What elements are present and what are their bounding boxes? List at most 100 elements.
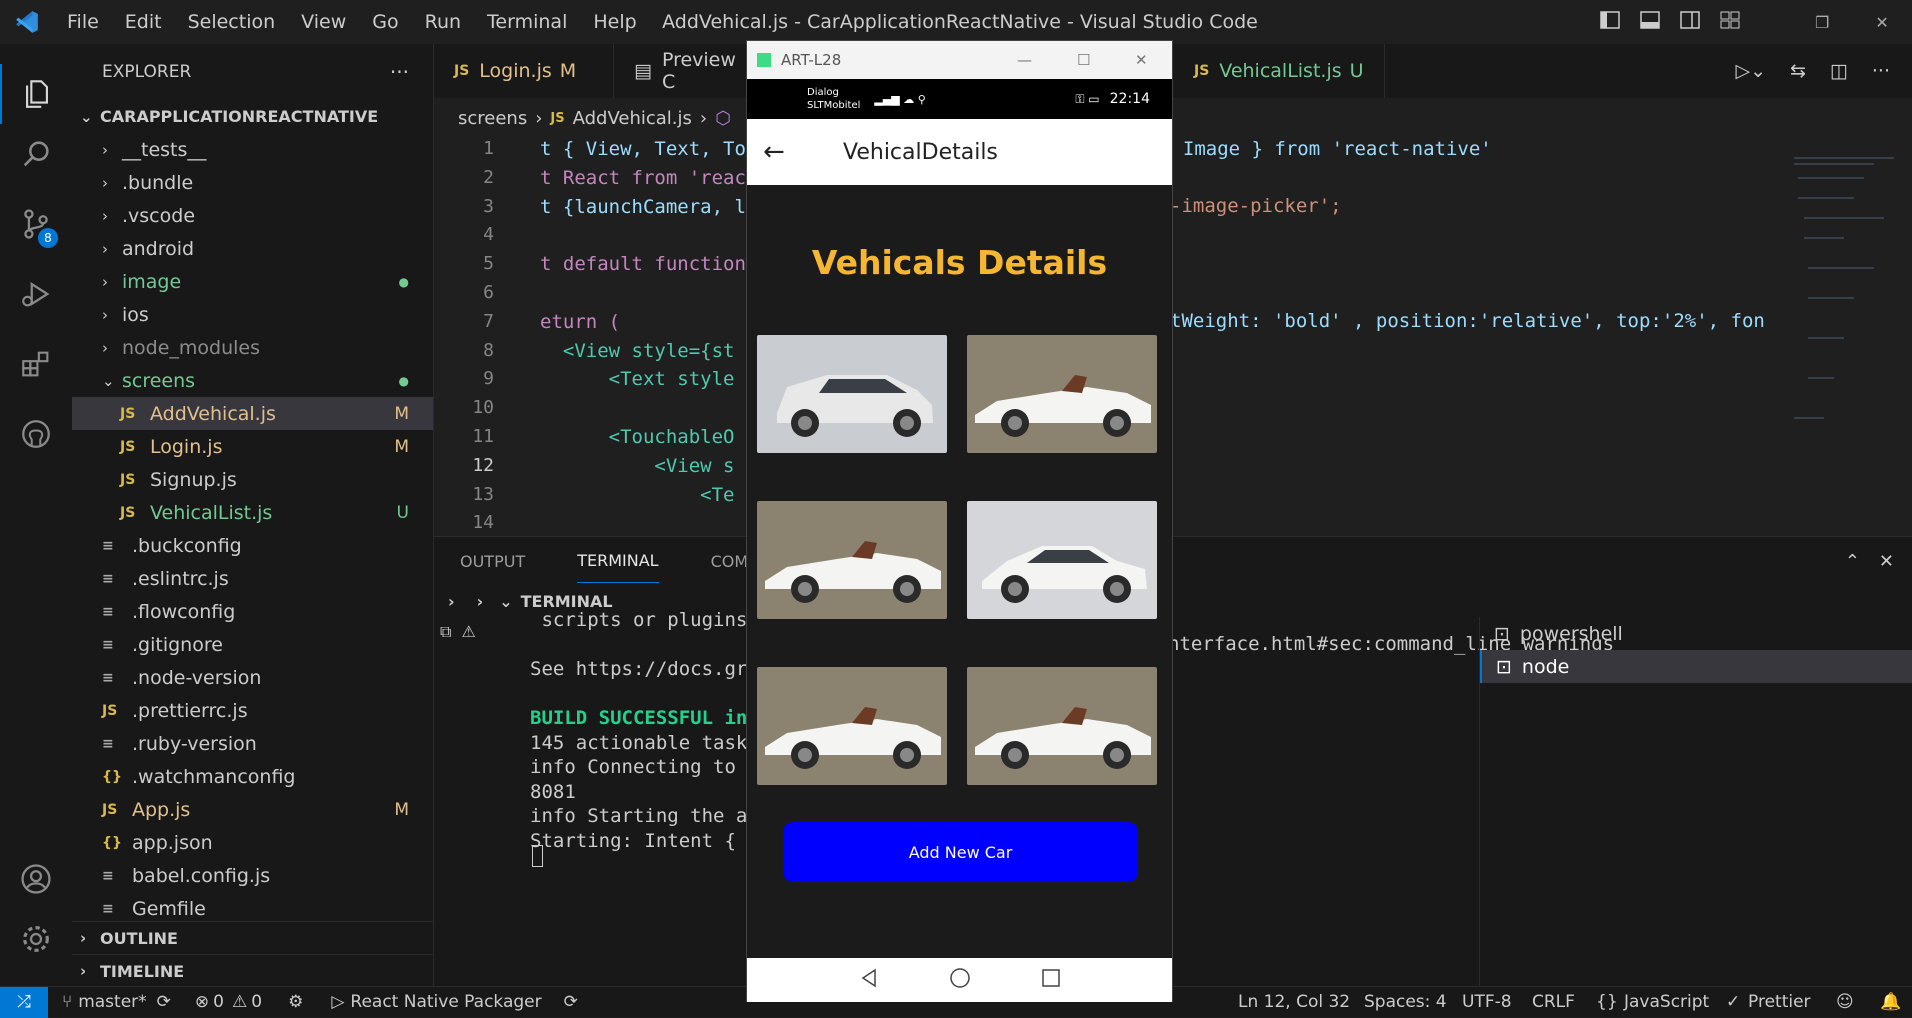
refresh-icon[interactable]: ⟳ — [564, 992, 578, 1012]
file-signup-js[interactable]: JS Signup.js — [72, 463, 433, 496]
file-eslintrc-js[interactable]: ≡ .eslintrc.js — [72, 562, 433, 595]
minimize-icon[interactable]: — — [1017, 51, 1032, 69]
file-babel-config-js[interactable]: ≡ babel.config.js — [72, 859, 433, 892]
terminal-item-node[interactable]: ⊡ node — [1480, 650, 1912, 683]
tab-output[interactable]: OUTPUT — [434, 552, 551, 571]
remote-icon[interactable]: ⤮ — [0, 986, 48, 1018]
outline-section[interactable]: › OUTLINE — [72, 921, 433, 954]
folder-bundle[interactable]: › .bundle — [72, 166, 433, 199]
indentation[interactable]: Spaces: 4 — [1364, 992, 1447, 1012]
minimap[interactable] — [1784, 138, 1912, 536]
git-status-badge: M — [394, 799, 409, 820]
chevron-right-icon[interactable]: › — [477, 592, 484, 611]
warning-count[interactable]: 0 — [251, 992, 262, 1012]
run-icon[interactable]: ▷⌄ — [1735, 60, 1766, 82]
file-login-js[interactable]: JS Login.js M — [72, 430, 433, 463]
error-count[interactable]: 0 — [213, 992, 224, 1012]
error-icon: ⊗ — [194, 992, 210, 1012]
breadcrumb-folder[interactable]: screens — [458, 108, 527, 129]
language-mode[interactable]: JavaScript — [1624, 992, 1709, 1012]
folder-android[interactable]: › android — [72, 232, 433, 265]
split-editor-icon[interactable]: ◫ — [1830, 60, 1848, 82]
chevron-right-icon[interactable]: › — [448, 592, 455, 611]
debug-icon[interactable]: ⚙ — [288, 992, 303, 1012]
run-debug-icon[interactable] — [0, 264, 72, 324]
maximize-icon[interactable]: ☐ — [1077, 51, 1090, 69]
menu-item-help[interactable]: Help — [580, 11, 649, 33]
restore-window-icon[interactable]: ❐ — [1815, 13, 1829, 32]
file-vehicallist-js[interactable]: JS VehicalList.js U — [72, 496, 433, 529]
timeline-section[interactable]: › TIMELINE — [72, 954, 433, 987]
file-node-version[interactable]: ≡ .node-version — [72, 661, 433, 694]
toggle-secondary-sidebar-icon[interactable] — [1680, 10, 1700, 35]
search-icon[interactable] — [0, 124, 72, 184]
folder-screens[interactable]: ⌄ screens ● — [72, 364, 433, 397]
breadcrumb-file[interactable]: AddVehical.js — [573, 108, 692, 129]
folder-image[interactable]: › image ● — [72, 265, 433, 298]
notifications-icon[interactable]: 🔔 — [1880, 992, 1901, 1012]
cursor-position[interactable]: Ln 12, Col 32 — [1238, 992, 1350, 1012]
line-number: 8 — [483, 339, 494, 361]
file-app-js[interactable]: JS App.js M — [72, 793, 433, 826]
file-watchmanconfig[interactable]: {} .watchmanconfig — [72, 760, 433, 793]
menu-item-edit[interactable]: Edit — [112, 11, 175, 33]
tab-terminal[interactable]: TERMINAL — [577, 539, 659, 583]
folder-tests[interactable]: › __tests__ — [72, 133, 433, 166]
nav-home-icon[interactable] — [949, 967, 971, 993]
breadcrumb: screens › JS AddVehical.js › ⬡ — [434, 98, 1912, 138]
toggle-panel-icon[interactable] — [1640, 10, 1660, 35]
folder-ios[interactable]: › ios — [72, 298, 433, 331]
prettier-label[interactable]: Prettier — [1748, 992, 1811, 1012]
folder-node-modules[interactable]: › node_modules — [72, 331, 433, 364]
sync-icon[interactable]: ⟳ — [157, 992, 171, 1012]
file-ruby-version[interactable]: ≡ .ruby-version — [72, 727, 433, 760]
tree-item-label: App.js — [132, 798, 191, 821]
file-gitignore[interactable]: ≡ .gitignore — [72, 628, 433, 661]
layout-controls — [1600, 10, 1740, 35]
panel-tabs: OUTPUT TERMINAL COMMEN ⌃ ✕ — [434, 537, 1912, 585]
menu-item-go[interactable]: Go — [359, 11, 411, 33]
folder-vscode[interactable]: › .vscode — [72, 199, 433, 232]
chevron-right-icon: › — [102, 239, 108, 258]
extensions-icon[interactable] — [0, 334, 72, 394]
close-icon[interactable]: ✕ — [1135, 51, 1148, 69]
compare-icon[interactable]: ⇆ — [1790, 60, 1806, 82]
file-addvehical-js[interactable]: JS AddVehical.js M — [72, 397, 433, 430]
file-app-json[interactable]: {} app.json — [72, 826, 433, 859]
branch-name[interactable]: master* — [78, 992, 146, 1012]
back-arrow-icon[interactable]: ← — [763, 137, 813, 167]
nav-back-icon[interactable] — [859, 968, 879, 992]
more-icon[interactable]: ··· — [1872, 60, 1890, 82]
line-ending[interactable]: CRLF — [1532, 992, 1575, 1012]
explorer-icon[interactable] — [0, 64, 72, 124]
menu-item-run[interactable]: Run — [412, 11, 474, 33]
tab-vehicallist[interactable]: JS VehicalList.js U — [1174, 44, 1385, 98]
menu-item-selection[interactable]: Selection — [175, 11, 289, 33]
customize-layout-icon[interactable] — [1720, 10, 1740, 35]
add-new-car-button[interactable]: Add New Car — [783, 822, 1138, 882]
close-panel-icon[interactable]: ✕ — [1879, 551, 1894, 572]
maximize-panel-icon[interactable]: ⌃ — [1845, 551, 1860, 572]
terminal-item-powershell[interactable]: ⊡ powershell — [1480, 617, 1912, 650]
file-buckconfig[interactable]: ≡ .buckconfig — [72, 529, 433, 562]
menu-item-terminal[interactable]: Terminal — [474, 11, 580, 33]
feedback-icon[interactable]: ☺ — [1836, 992, 1854, 1012]
menu-item-file[interactable]: File — [54, 11, 112, 33]
tab-login[interactable]: JS Login.js M — [434, 44, 614, 98]
close-window-icon[interactable]: ✕ — [1875, 13, 1888, 32]
settings-gear-icon[interactable] — [0, 909, 72, 969]
source-control-icon[interactable]: 8 — [0, 194, 72, 254]
encoding[interactable]: UTF-8 — [1462, 992, 1512, 1012]
file-flowconfig[interactable]: ≡ .flowconfig — [72, 595, 433, 628]
chevron-right-icon: › — [80, 962, 87, 980]
project-root[interactable]: ⌄ CARAPPLICATIONREACTNATIVE — [72, 100, 433, 133]
file-prettierrc-js[interactable]: JS .prettierrc.js — [72, 694, 433, 727]
menu-item-view[interactable]: View — [288, 11, 359, 33]
packager-label[interactable]: React Native Packager — [350, 992, 541, 1012]
account-icon[interactable] — [0, 849, 72, 909]
toggle-sidebar-icon[interactable] — [1600, 10, 1620, 35]
more-actions-icon[interactable]: ··· — [390, 60, 409, 84]
file-icon: ≡ — [102, 735, 114, 752]
github-icon[interactable] — [0, 404, 72, 464]
nav-recents-icon[interactable] — [1041, 968, 1061, 992]
